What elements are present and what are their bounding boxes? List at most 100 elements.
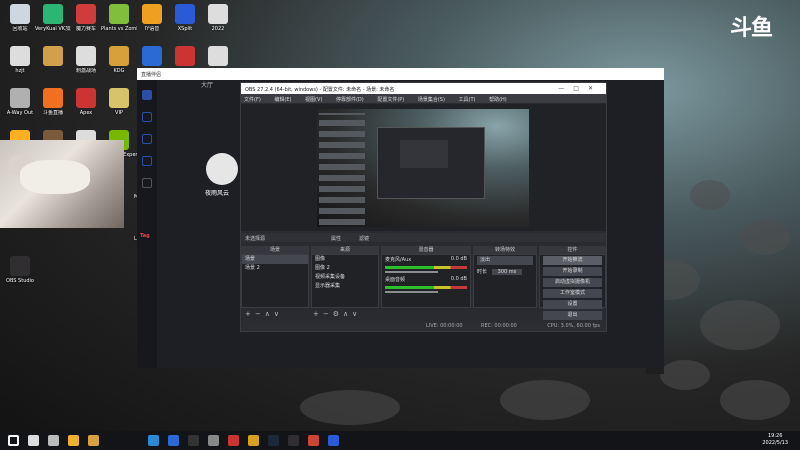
source-item[interactable]: 显示器采集 — [312, 282, 378, 291]
app-icon — [142, 4, 162, 24]
menu-scene-collection[interactable]: 场景集合(S) — [418, 97, 445, 103]
menu-tools[interactable]: 工具(T) — [459, 97, 476, 103]
nav-icon[interactable] — [142, 112, 152, 122]
live-status: LIVE: 00:00:00 — [426, 323, 463, 329]
desktop-icon[interactable]: IY语音 — [134, 4, 170, 42]
task-view-icon[interactable] — [48, 435, 59, 446]
desktop-icon[interactable]: VeryKuai VK加速器 — [35, 4, 71, 42]
volume-slider[interactable] — [385, 271, 438, 273]
volume-meter — [385, 266, 467, 269]
source-item[interactable]: 视频采集设备 — [312, 273, 378, 282]
desktop-icon[interactable]: XSplit — [167, 4, 203, 42]
transition-select[interactable]: 淡出 — [477, 256, 533, 265]
source-item[interactable]: 图像 2 — [312, 264, 378, 273]
desktop-icon[interactable]: 刺激战场 — [68, 46, 104, 84]
start-recording-button[interactable]: 开始录制 — [543, 267, 602, 276]
nav-icon[interactable] — [142, 156, 152, 166]
ps-icon[interactable] — [328, 435, 339, 446]
controls-dock: 开始推流 开始录制 启动虚拟摄像机 工作室模式 设置 退出 — [539, 254, 606, 320]
obs-menubar: 文件(F) 编辑(E) 视图(V) 停靠部件(D) 配置文件(P) 场景集合(S… — [241, 94, 606, 103]
channel-db: 0.0 dB — [450, 276, 467, 282]
mixer-channel: 桌面音频 0.0 dB — [382, 275, 470, 284]
channel-name: 麦克风/Aux — [385, 257, 412, 263]
cat-photo — [0, 140, 124, 228]
chrome-icon[interactable] — [308, 435, 319, 446]
app-icon — [43, 4, 63, 24]
transitions-dock: 淡出 时长 300 ms — [473, 254, 537, 308]
cpu-status: CPU: 3.0%, 60.00 fps — [547, 323, 600, 329]
sources-dock: 图像 图像 2 视频采集设备 显示器采集 — [311, 254, 379, 308]
channel-name: 桌面音频 — [385, 277, 406, 283]
clock-time: 19:26 — [767, 433, 783, 439]
desktop-icon[interactable]: 回收站 — [2, 4, 38, 42]
menu-docks[interactable]: 停靠部件(D) — [336, 97, 364, 103]
obs-icon[interactable] — [288, 435, 299, 446]
desktop-icon[interactable]: Plants vs Zombies — [101, 4, 137, 42]
scene-item[interactable]: 场景 2 — [242, 264, 308, 273]
record-icon[interactable] — [228, 435, 239, 446]
virtual-camera-button[interactable]: 启动虚拟摄像机 — [543, 278, 602, 287]
gear-icon[interactable] — [208, 435, 219, 446]
app-icon — [10, 46, 30, 66]
properties-button[interactable]: 属性 — [331, 235, 341, 242]
desktop-icon[interactable]: KDG — [101, 46, 137, 84]
desktop-icon-label: 回收站 — [12, 26, 28, 32]
desktop-icon-label: A-Way Out — [6, 110, 34, 116]
menu-file[interactable]: 文件(F) — [244, 97, 261, 103]
tiktok-icon[interactable] — [188, 435, 199, 446]
source-toolbar[interactable]: +−⚙∧∨ — [313, 310, 361, 318]
settings-icon[interactable] — [142, 178, 152, 188]
app-icon — [109, 4, 129, 24]
transitions-header: 转场特效 — [473, 246, 537, 254]
menu-help[interactable]: 帮助(H) — [489, 97, 507, 103]
taskbar: 19:26 2022/5/13 — [0, 431, 800, 450]
desktop-icon[interactable]: Apex — [68, 88, 104, 126]
explorer-icon[interactable] — [68, 435, 79, 446]
start-icon[interactable] — [8, 435, 19, 446]
app-icon — [175, 46, 195, 66]
obs-preview[interactable] — [241, 104, 606, 231]
source-item[interactable]: 图像 — [312, 255, 378, 264]
desktop-icon[interactable]: hzjt — [2, 46, 38, 84]
store-icon[interactable] — [168, 435, 179, 446]
window-controls[interactable]: —□✕ — [558, 85, 602, 92]
studio-mode-button[interactable]: 工作室模式 — [543, 289, 602, 298]
desktop-icon[interactable] — [35, 46, 71, 84]
app-icon — [208, 4, 228, 24]
files-icon[interactable] — [88, 435, 99, 446]
start-streaming-button[interactable]: 开始推流 — [543, 256, 602, 265]
preview-capture — [317, 109, 529, 227]
steam-icon[interactable] — [268, 435, 279, 446]
system-clock[interactable]: 19:26 2022/5/13 — [762, 433, 788, 447]
nav-icon[interactable] — [142, 134, 152, 144]
mixer-dock: 麦克风/Aux 0.0 dB 桌面音频 0.0 dB — [381, 254, 471, 308]
desktop-icon-label: 魔力赛车 — [75, 26, 96, 32]
ae-icon[interactable] — [248, 435, 259, 446]
desktop-icon-label: Apex — [79, 110, 93, 116]
desktop-icon[interactable]: VIP — [101, 88, 137, 126]
search-icon[interactable] — [28, 435, 39, 446]
desktop-icon-label: IY语音 — [144, 26, 160, 32]
app-icon — [43, 88, 63, 108]
desktop-icon[interactable]: 魔力赛车 — [68, 4, 104, 42]
tab-lobby[interactable]: 大厅 — [201, 80, 213, 89]
exit-button[interactable]: 退出 — [543, 311, 602, 320]
scene-item[interactable]: 场景 — [242, 255, 308, 264]
volume-slider[interactable] — [385, 291, 438, 293]
desktop-icon[interactable]: 2022 — [200, 4, 236, 42]
duration-input[interactable]: 300 ms — [491, 269, 523, 275]
desktop-icon[interactable]: 斗鱼直播 — [35, 88, 71, 126]
douyu-logo: 斗鱼 — [730, 16, 773, 41]
menu-profile[interactable]: 配置文件(P) — [377, 97, 404, 103]
edge-icon[interactable] — [148, 435, 159, 446]
desktop-icon[interactable]: A-Way Out — [2, 88, 38, 126]
app-sidebar — [137, 80, 157, 368]
menu-view[interactable]: 视图(V) — [305, 97, 322, 103]
home-icon[interactable] — [142, 90, 152, 100]
filters-button[interactable]: 滤镜 — [359, 235, 369, 242]
scene-toolbar[interactable]: +−∧∨ — [245, 310, 283, 318]
menu-edit[interactable]: 编辑(E) — [274, 97, 291, 103]
desktop-icon[interactable]: OBS Studio — [2, 256, 38, 294]
settings-button[interactable]: 设置 — [543, 300, 602, 309]
avatar[interactable] — [206, 153, 238, 185]
